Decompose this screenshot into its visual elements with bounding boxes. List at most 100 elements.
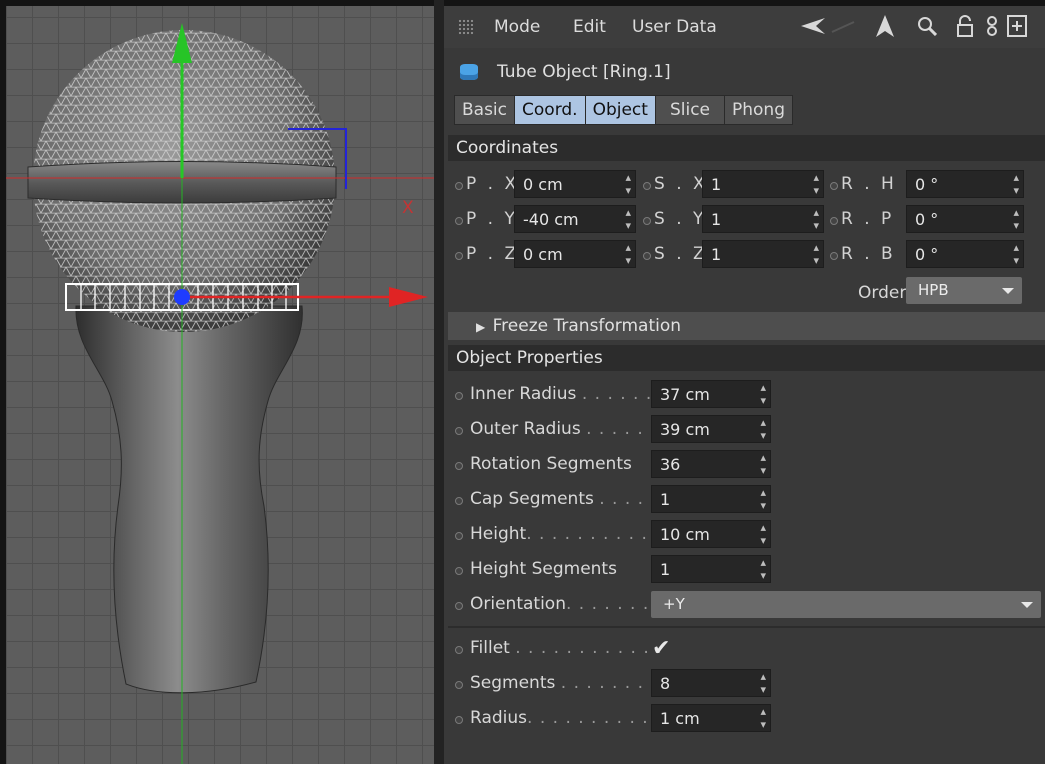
field-p-y[interactable]: -40 cm ▴ ▾ xyxy=(514,205,636,233)
inner-radius-leader: . . . . . . xyxy=(581,384,653,404)
object-title: Tube Object [Ring.1] xyxy=(497,62,671,82)
field-height[interactable]: 10 cm ▴ ▾ xyxy=(651,520,771,548)
fillet-leader: . . . . . . . . . . . . xyxy=(515,638,663,658)
spinner-icon[interactable]: ▴ ▾ xyxy=(760,381,766,407)
animate-dot-icon[interactable] xyxy=(455,497,463,505)
up-arrow-icon[interactable] xyxy=(872,13,898,39)
animate-dot-icon[interactable] xyxy=(455,392,463,400)
field-segments[interactable]: 8 ▴ ▾ xyxy=(651,669,771,697)
value-outer-radius: 39 cm xyxy=(660,420,710,439)
field-height-segments[interactable]: 1 ▴ ▾ xyxy=(651,555,771,583)
animate-dot-icon[interactable] xyxy=(830,217,838,225)
link-icon[interactable] xyxy=(979,13,1005,39)
field-r-h[interactable]: 0 ° ▴ ▾ xyxy=(906,170,1024,198)
animate-dot-icon[interactable] xyxy=(455,217,463,225)
order-dropdown[interactable]: HPB xyxy=(906,277,1022,304)
spinner-icon[interactable]: ▴ ▾ xyxy=(760,416,766,442)
menu-user-data[interactable]: User Data xyxy=(632,17,717,37)
spinner-icon[interactable]: ▴ ▾ xyxy=(813,241,819,267)
label-rotation-segments: Rotation Segments xyxy=(470,454,632,474)
coord-row-x: P . X 0 cm ▴ ▾ S . X 1 ▴ ▾ R . H 0 ° ▴ ▾ xyxy=(444,168,1045,202)
back-arrow-icon[interactable] xyxy=(800,13,826,39)
height-leader: . . . . . . . . . . . xyxy=(526,524,661,544)
field-radius[interactable]: 1 cm ▴ ▾ xyxy=(651,704,771,732)
label-inner-radius: Inner Radius . . . . . . xyxy=(470,384,652,404)
field-outer-radius[interactable]: 39 cm ▴ ▾ xyxy=(651,415,771,443)
field-p-z[interactable]: 0 cm ▴ ▾ xyxy=(514,240,636,268)
animate-dot-icon[interactable] xyxy=(455,462,463,470)
forward-arrow-icon[interactable] xyxy=(830,13,856,39)
animate-dot-icon[interactable] xyxy=(455,182,463,190)
tab-object[interactable]: Object xyxy=(584,95,656,125)
menu-mode[interactable]: Mode xyxy=(494,17,540,37)
grip-icon[interactable] xyxy=(458,19,474,35)
spinner-icon[interactable]: ▴ ▾ xyxy=(1013,206,1019,232)
field-cap-segments[interactable]: 1 ▴ ▾ xyxy=(651,485,771,513)
animate-dot-icon[interactable] xyxy=(830,252,838,260)
label-p-y: P . Y xyxy=(466,209,518,229)
animate-dot-icon[interactable] xyxy=(455,716,463,724)
search-icon[interactable] xyxy=(914,13,940,39)
field-r-b[interactable]: 0 ° ▴ ▾ xyxy=(906,240,1024,268)
value-s-z: 1 xyxy=(711,245,722,264)
label-s-y: S . Y xyxy=(654,209,707,229)
cap-segments-leader: . . . . xyxy=(599,489,645,509)
animate-dot-icon[interactable] xyxy=(455,681,463,689)
lock-icon[interactable] xyxy=(952,13,978,39)
spinner-icon[interactable]: ▴ ▾ xyxy=(625,171,631,197)
field-s-y[interactable]: 1 ▴ ▾ xyxy=(702,205,824,233)
spinner-icon[interactable]: ▴ ▾ xyxy=(760,486,766,512)
field-inner-radius[interactable]: 37 cm ▴ ▾ xyxy=(651,380,771,408)
animate-dot-icon[interactable] xyxy=(455,567,463,575)
tab-basic[interactable]: Basic xyxy=(454,95,516,125)
fillet-checkbox[interactable]: ✔ xyxy=(652,638,674,660)
spinner-icon[interactable]: ▴ ▾ xyxy=(813,171,819,197)
value-inner-radius: 37 cm xyxy=(660,385,710,404)
animate-dot-icon[interactable] xyxy=(643,217,651,225)
field-rotation-segments[interactable]: 36 ▴ ▾ xyxy=(651,450,771,478)
orientation-dropdown[interactable]: +Y xyxy=(651,591,1041,618)
spinner-icon[interactable]: ▴ ▾ xyxy=(625,206,631,232)
tab-slice[interactable]: Slice xyxy=(654,95,725,125)
field-p-x[interactable]: 0 cm ▴ ▾ xyxy=(514,170,636,198)
spinner-icon[interactable]: ▴ ▾ xyxy=(760,556,766,582)
animate-dot-icon[interactable] xyxy=(830,182,838,190)
animate-dot-icon[interactable] xyxy=(455,602,463,610)
spinner-icon[interactable]: ▴ ▾ xyxy=(760,521,766,547)
spinner-icon[interactable]: ▴ ▾ xyxy=(760,451,766,477)
chevron-down-icon xyxy=(1002,288,1014,294)
value-p-z: 0 cm xyxy=(523,245,563,264)
spinner-icon[interactable]: ▴ ▾ xyxy=(760,705,766,731)
animate-dot-icon[interactable] xyxy=(643,252,651,260)
animate-dot-icon[interactable] xyxy=(643,182,651,190)
coord-row-y: P . Y -40 cm ▴ ▾ S . Y 1 ▴ ▾ R . P 0 ° ▴ ▾ xyxy=(444,203,1045,237)
animate-dot-icon[interactable] xyxy=(455,646,463,654)
field-s-z[interactable]: 1 ▴ ▾ xyxy=(702,240,824,268)
section-coordinates[interactable]: Coordinates xyxy=(448,135,1045,161)
label-r-b: R . B xyxy=(841,244,896,264)
tube-object-icon xyxy=(460,64,478,80)
spinner-icon[interactable]: ▴ ▾ xyxy=(1013,241,1019,267)
animate-dot-icon[interactable] xyxy=(455,427,463,435)
animate-dot-icon[interactable] xyxy=(455,532,463,540)
value-r-h: 0 ° xyxy=(915,175,939,194)
tab-phong[interactable]: Phong xyxy=(724,95,793,125)
freeze-transformation-group[interactable]: ▶ Freeze Transformation xyxy=(448,312,1045,340)
field-r-p[interactable]: 0 ° ▴ ▾ xyxy=(906,205,1024,233)
label-radius: Radius. . . . . . . . . . . xyxy=(470,708,662,728)
spinner-icon[interactable]: ▴ ▾ xyxy=(813,206,819,232)
spinner-icon[interactable]: ▴ ▾ xyxy=(1013,171,1019,197)
section-object-properties[interactable]: Object Properties xyxy=(448,345,1045,371)
panel-divider[interactable] xyxy=(434,0,444,764)
add-icon[interactable] xyxy=(1004,13,1030,39)
spinner-icon[interactable]: ▴ ▾ xyxy=(625,241,631,267)
value-cap-segments: 1 xyxy=(660,490,671,509)
tab-coord[interactable]: Coord. xyxy=(514,95,586,125)
coord-row-z: P . Z 0 cm ▴ ▾ S . Z 1 ▴ ▾ R . B 0 ° ▴ ▾ xyxy=(444,238,1045,272)
outer-radius-leader: . . . . . xyxy=(586,419,644,439)
field-s-x[interactable]: 1 ▴ ▾ xyxy=(702,170,824,198)
animate-dot-icon[interactable] xyxy=(455,252,463,260)
3d-viewport[interactable]: X xyxy=(6,6,434,764)
spinner-icon[interactable]: ▴ ▾ xyxy=(760,670,766,696)
menu-edit[interactable]: Edit xyxy=(573,17,606,37)
